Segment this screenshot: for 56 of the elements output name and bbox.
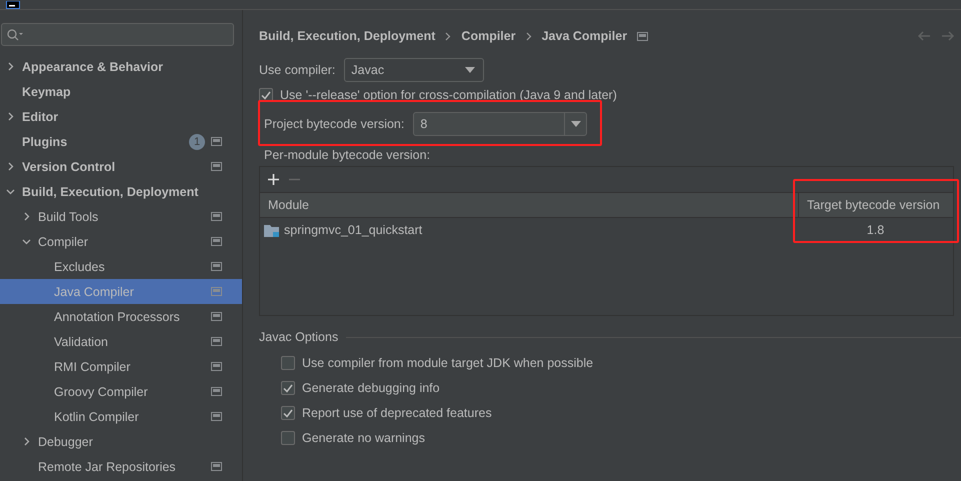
dropdown-arrow-icon xyxy=(570,121,581,127)
section-title: Javac Options xyxy=(259,330,338,344)
compiler-dropdown[interactable]: Javac xyxy=(344,58,484,82)
checkbox[interactable] xyxy=(281,356,295,370)
chevron-down-icon[interactable] xyxy=(6,187,15,196)
tree-item[interactable]: Editor xyxy=(0,104,242,129)
tree-item[interactable]: Validation xyxy=(0,329,242,354)
checkbox[interactable] xyxy=(281,406,295,420)
chevron-right-icon[interactable] xyxy=(22,437,31,446)
project-settings-icon xyxy=(637,32,648,40)
tree-item[interactable]: Build, Execution, Deployment xyxy=(0,179,242,204)
checkbox[interactable] xyxy=(281,431,295,445)
field-label: Project bytecode version: xyxy=(264,117,404,131)
search-field[interactable] xyxy=(1,23,234,46)
chevron-right-icon xyxy=(445,32,452,40)
chevron-right-icon[interactable] xyxy=(22,212,31,221)
checkbox[interactable] xyxy=(281,381,295,395)
checkbox-label: Use compiler from module target JDK when possible xyxy=(302,356,594,370)
tree-item[interactable]: Annotation Processors xyxy=(0,304,242,329)
tree-item[interactable]: Version Control xyxy=(0,154,242,179)
chevron-right-icon[interactable] xyxy=(6,62,15,71)
update-count-badge: 1 xyxy=(189,134,205,150)
checkbox-label: Use '--release' option for cross-compilation (Java 9 and later) xyxy=(280,88,617,102)
app-icon xyxy=(6,1,20,9)
tree-item[interactable]: Build Tools xyxy=(0,204,242,229)
tree-item[interactable]: Keymap xyxy=(0,79,242,104)
chevron-down-icon[interactable] xyxy=(22,237,31,246)
tree-item[interactable]: Appearance & Behavior xyxy=(0,54,242,79)
add-icon[interactable] xyxy=(268,174,279,185)
tree-item[interactable]: Kotlin Compiler xyxy=(0,404,242,429)
tree-item[interactable]: Excludes xyxy=(0,254,242,279)
tree-item[interactable]: Debugger xyxy=(0,429,242,454)
table-cell: springmvc_01_quickstart xyxy=(260,223,798,237)
checkbox-label: Report use of deprecated features xyxy=(302,406,492,420)
folder-icon xyxy=(264,224,279,236)
field-label: Use compiler: xyxy=(259,63,336,77)
search-icon xyxy=(7,28,23,40)
tree-item[interactable]: RMI Compiler xyxy=(0,354,242,379)
chevron-right-icon[interactable] xyxy=(6,162,15,171)
column-header[interactable]: Module xyxy=(260,193,798,217)
checkbox-label: Generate no warnings xyxy=(302,431,425,445)
chevron-right-icon[interactable] xyxy=(6,112,15,121)
dropdown-arrow-icon xyxy=(465,67,476,73)
column-header[interactable]: Target bytecode version xyxy=(798,193,953,217)
bytecode-version-dropdown[interactable]: 8 xyxy=(413,112,588,136)
breadcrumb-item: Compiler xyxy=(461,29,516,43)
chevron-right-icon xyxy=(526,32,532,40)
breadcrumb-item: Build, Execution, Deployment xyxy=(259,29,436,43)
tree-item[interactable]: Compiler xyxy=(0,229,242,254)
tree-item[interactable]: Plugins 1 xyxy=(0,129,242,154)
table-cell-text: 1.8 xyxy=(866,223,886,237)
checkbox-label: Generate debugging info xyxy=(302,381,440,395)
breadcrumb-item: Java Compiler xyxy=(542,29,628,43)
tree-item[interactable]: Remote Jar Repositories xyxy=(0,454,242,479)
tree-item[interactable]: Groovy Compiler xyxy=(0,379,242,404)
section-label: Per-module bytecode version: xyxy=(263,148,432,162)
